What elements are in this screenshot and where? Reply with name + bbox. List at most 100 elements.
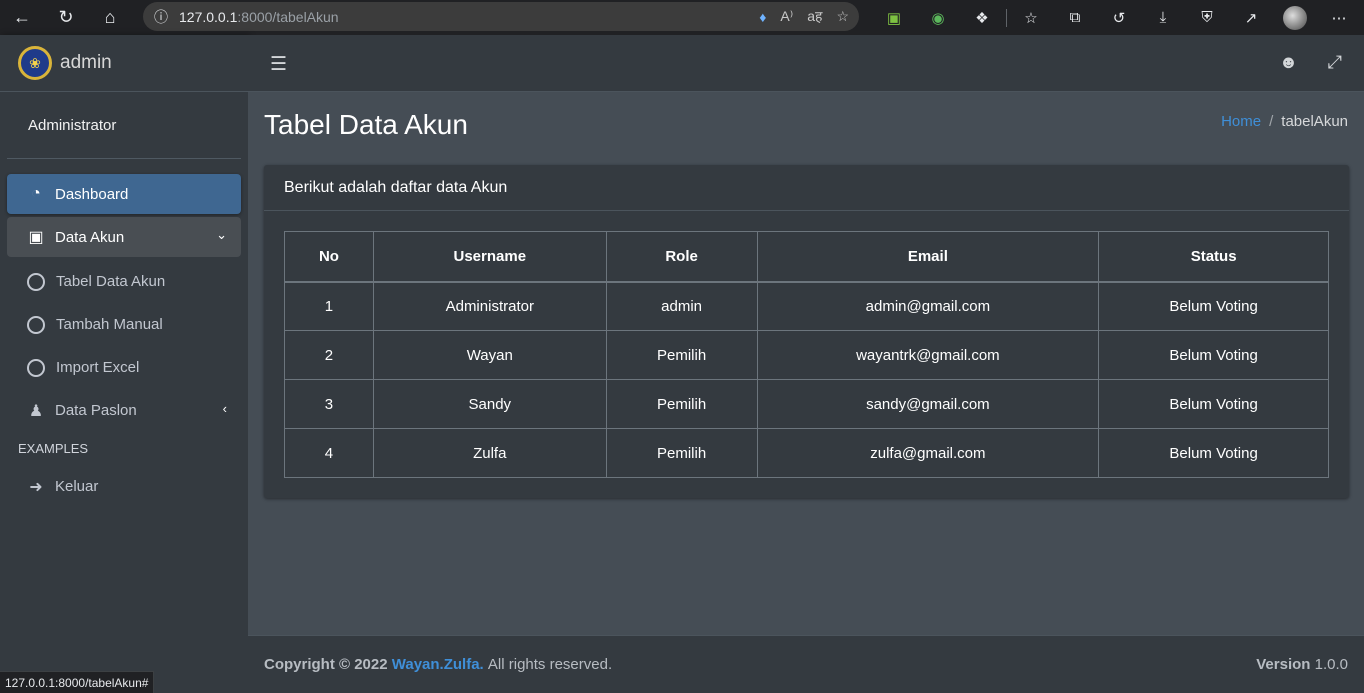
version-label: Version [1256, 656, 1311, 673]
history-icon[interactable]: ↺ [1097, 0, 1141, 35]
table-row: 2 Wayan Pemilih wayantrk@gmail.com Belum… [284, 330, 1329, 380]
brand-link[interactable]: ❀ admin [0, 35, 248, 92]
sidebar-item-label: Keluar [55, 478, 99, 495]
circle-icon [27, 358, 45, 377]
user-name: Administrator [28, 116, 117, 134]
sign-out-icon: ➜ [29, 478, 43, 496]
table-row: 4 Zulfa Pemilih zulfa@gmail.com Belum Vo… [284, 428, 1329, 478]
cell-no: 4 [284, 428, 374, 478]
tag-icon[interactable]: ♦ [759, 9, 766, 25]
sidebar-item-label: Import Excel [56, 359, 140, 376]
breadcrumb-home-link[interactable]: Home [1221, 113, 1261, 130]
table-header-row: No Username Role Email Status [284, 231, 1329, 283]
cell-email: sandy@gmail.com [756, 379, 1100, 429]
sidebar-section-header: EXAMPLES [18, 441, 89, 456]
footer-rights: All rights reserved. [487, 656, 613, 673]
brand-text: admin [60, 52, 112, 73]
footer: Copyright © 2022 Wayan.Zulfa. All rights… [248, 635, 1364, 693]
user-panel[interactable]: Administrator [7, 92, 241, 159]
more-menu-icon[interactable]: ⋯ [1317, 0, 1361, 35]
sidebar-item-label: Dashboard [55, 185, 129, 203]
table-row: 1 Administrator admin admin@gmail.com Be… [284, 281, 1329, 331]
extension-green-icon[interactable]: ▣ [872, 0, 916, 35]
column-header-role: Role [605, 231, 758, 283]
sidebar-item-import-excel[interactable]: Import Excel [7, 346, 241, 389]
column-header-username: Username [372, 231, 607, 283]
profile-avatar[interactable] [1273, 0, 1317, 35]
chevron-left-icon: ‹ [222, 401, 227, 416]
circle-icon [27, 272, 45, 291]
sidebar-item-tambah-manual[interactable]: Tambah Manual [7, 303, 241, 346]
column-header-status: Status [1098, 231, 1329, 283]
address-bar[interactable]: ⓘ 127.0.0.1:8000/tabelAkun ♦ A⁾ aह ☆ [143, 2, 859, 31]
extension-globe-icon[interactable]: ◉ [916, 0, 960, 35]
sidebar: ❀ admin Administrator ◔ Dashboard ▣ Data… [0, 35, 248, 693]
browser-status-url: 127.0.0.1:8000/tabelAkun# [0, 671, 155, 693]
cell-username: Sandy [372, 379, 607, 429]
sidebar-item-label: Data Akun [55, 228, 125, 246]
collections-icon[interactable]: ⧉ [1053, 0, 1097, 35]
circle-icon [27, 315, 45, 334]
cell-no: 2 [284, 330, 374, 380]
chevron-down-icon: ⌄ [216, 227, 227, 242]
sidebar-menu: ◔ Dashboard ▣ Data Akun ⌄ Tabel Data Aku… [0, 159, 248, 508]
user-icon[interactable]: ☻ [1279, 52, 1298, 73]
cell-username: Wayan [372, 330, 607, 380]
cell-role: Pemilih [605, 379, 758, 429]
toolbar-divider [1006, 8, 1007, 27]
account-table: No Username Role Email Status 1 Administ… [284, 231, 1329, 478]
site-info-icon[interactable]: ⓘ [143, 7, 179, 27]
translate-icon[interactable]: aह [807, 7, 822, 26]
back-icon[interactable]: ← [0, 0, 44, 35]
cell-role: Pemilih [605, 330, 758, 380]
column-header-email: Email [756, 231, 1100, 283]
top-navbar: ☰ ☻ ⤢ [248, 35, 1364, 92]
footer-author-link[interactable]: Wayan.Zulfa. [392, 656, 484, 673]
read-aloud-icon[interactable]: A⁾ [780, 8, 793, 25]
footer-copyright: Copyright © 2022 [264, 656, 388, 673]
cell-no: 1 [284, 281, 374, 331]
column-header-no: No [284, 231, 374, 283]
cell-status: Belum Voting [1098, 379, 1329, 429]
sidebar-item-data-paslon[interactable]: ♟ Data Paslon ‹ [7, 389, 241, 432]
cell-role: Pemilih [605, 428, 758, 478]
security-icon[interactable]: ⛨ [1185, 0, 1229, 35]
cell-status: Belum Voting [1098, 428, 1329, 478]
dashboard-gauge-icon: ◔ [31, 185, 41, 202]
favorites-icon[interactable]: ☆ [1009, 0, 1053, 35]
hamburger-menu-icon[interactable]: ☰ [270, 53, 287, 76]
breadcrumb: Home / tabelAkun [1221, 113, 1348, 130]
footer-version: Version 1.0.0 [1256, 656, 1348, 673]
logo-icon: ❀ [18, 46, 52, 80]
cell-status: Belum Voting [1098, 281, 1329, 331]
extensions-icon[interactable]: ❖ [960, 0, 1004, 35]
home-icon[interactable]: ⌂ [88, 0, 132, 35]
cell-role: admin [605, 281, 758, 331]
sidebar-item-data-akun[interactable]: ▣ Data Akun ⌄ [7, 217, 241, 257]
cell-username: Zulfa [372, 428, 607, 478]
cell-email: admin@gmail.com [756, 281, 1100, 331]
address-card-icon: ▣ [28, 229, 44, 246]
cell-no: 3 [284, 379, 374, 429]
card-title: Berikut adalah daftar data Akun [264, 165, 1349, 211]
cell-email: zulfa@gmail.com [756, 428, 1100, 478]
sidebar-item-tabel-data-akun[interactable]: Tabel Data Akun [7, 260, 241, 303]
fullscreen-icon[interactable]: ⤢ [1328, 52, 1342, 73]
account-card: Berikut adalah daftar data Akun No Usern… [264, 165, 1349, 498]
cell-email: wayantrk@gmail.com [756, 330, 1100, 380]
sidebar-item-keluar[interactable]: ➜ Keluar [7, 465, 241, 508]
cell-status: Belum Voting [1098, 330, 1329, 380]
reload-icon[interactable]: ↻ [44, 0, 88, 35]
sidebar-item-label: Data Paslon [55, 402, 137, 419]
users-icon: ♟ [28, 402, 44, 420]
page-title: Tabel Data Akun [264, 109, 468, 140]
sidebar-item-dashboard[interactable]: ◔ Dashboard [7, 174, 241, 214]
cell-username: Administrator [372, 281, 607, 331]
share-icon[interactable]: ↗ [1229, 0, 1273, 35]
favorite-add-icon[interactable]: ☆ [836, 8, 849, 25]
url-text: 127.0.0.1:8000/tabelAkun [179, 8, 339, 25]
downloads-icon[interactable]: ⤓ [1141, 0, 1185, 35]
sidebar-item-label: Tambah Manual [56, 316, 163, 333]
browser-toolbar: ← ↻ ⌂ ⓘ 127.0.0.1:8000/tabelAkun ♦ A⁾ aह… [0, 0, 1364, 35]
version-value: 1.0.0 [1314, 656, 1348, 673]
